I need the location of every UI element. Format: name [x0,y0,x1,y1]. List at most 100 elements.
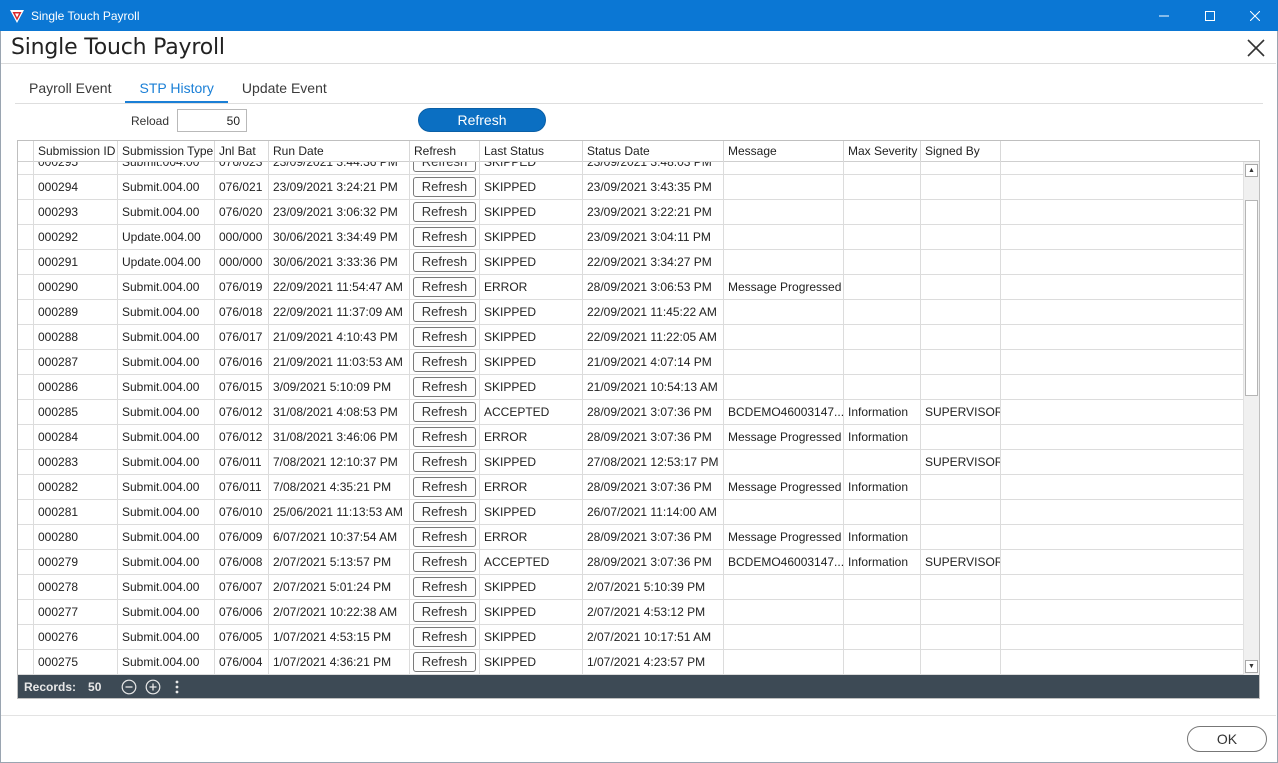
column-header-submission-type[interactable]: Submission Type [118,141,215,162]
table-row[interactable]: 000285 Submit.004.00 076/012 31/08/2021 4:0… [18,400,1243,425]
table-row[interactable]: 000283 Submit.004.00 076/011 7/08/2021 12:1… [18,450,1243,475]
cell-run-date: 21/09/2021 4:10:43 PM [269,325,410,350]
window-close-button[interactable] [1232,0,1278,31]
row-refresh-button[interactable]: Refresh [413,277,476,297]
row-refresh-button[interactable]: Refresh [413,427,476,447]
table-row[interactable]: 000280 Submit.004.00 076/009 6/07/2021 10:3… [18,525,1243,550]
cell-status-date: 2/07/2021 4:53:12 PM [583,600,724,625]
table-row[interactable]: 000289 Submit.004.00 076/018 22/09/2021 11:… [18,300,1243,325]
table-row[interactable]: 000278 Submit.004.00 076/007 2/07/2021 5:01… [18,575,1243,600]
row-refresh-button[interactable]: Refresh [413,527,476,547]
row-refresh-button[interactable]: Refresh [413,162,476,172]
cell-submission-id: 000284 [34,425,118,450]
row-refresh-button[interactable]: Refresh [413,377,476,397]
row-refresh-button[interactable]: Refresh [413,477,476,497]
cell-run-date: 2/07/2021 5:13:57 PM [269,550,410,575]
row-refresh-button[interactable]: Refresh [413,627,476,647]
row-refresh-button[interactable]: Refresh [413,177,476,197]
column-header-max-severity[interactable]: Max Severity [844,141,921,162]
cell-last-status: SKIPPED [480,575,583,600]
minimize-button[interactable] [1141,0,1187,31]
window-titlebar: Single Touch Payroll [0,0,1278,31]
reload-count-input[interactable] [177,109,247,132]
row-refresh-button[interactable]: Refresh [413,502,476,522]
cell-message [724,625,844,650]
table-row[interactable]: 000277 Submit.004.00 076/006 2/07/2021 10:2… [18,600,1243,625]
column-header-jnl-bat[interactable]: Jnl Bat [215,141,269,162]
row-gutter [18,475,34,500]
column-header-message[interactable]: Message [724,141,844,162]
column-header-status-date[interactable]: Status Date [583,141,724,162]
row-refresh-button[interactable]: Refresh [413,552,476,572]
cell-refresh: Refresh [410,175,480,200]
cell-status-date: 28/09/2021 3:07:36 PM [583,400,724,425]
close-icon[interactable] [1244,36,1268,60]
cell-refresh: Refresh [410,650,480,675]
row-refresh-button[interactable]: Refresh [413,252,476,272]
more-vertical-icon[interactable] [169,679,185,695]
table-row[interactable]: 000279 Submit.004.00 076/008 2/07/2021 5:13… [18,550,1243,575]
tab-update-event[interactable]: Update Event [228,74,341,103]
cell-jnl-bat: 076/017 [215,325,269,350]
table-row[interactable]: 000286 Submit.004.00 076/015 3/09/2021 5:10… [18,375,1243,400]
maximize-button[interactable] [1187,0,1233,31]
cell-submission-id: 000282 [34,475,118,500]
cell-run-date: 3/09/2021 5:10:09 PM [269,375,410,400]
column-header-submission-id[interactable]: Submission ID [34,141,118,162]
cell-message: Message Progressed [724,525,844,550]
table-row[interactable]: 000291 Update.004.00 000/000 30/06/2021 3:3… [18,250,1243,275]
cell-submission-type: Submit.004.00 [118,425,215,450]
row-refresh-button[interactable]: Refresh [413,202,476,222]
column-header-last-status[interactable]: Last Status [480,141,583,162]
table-row[interactable]: 000284 Submit.004.00 076/012 31/08/2021 3:4… [18,425,1243,450]
table-row[interactable]: 000276 Submit.004.00 076/005 1/07/2021 4:53… [18,625,1243,650]
cell-last-status: ERROR [480,475,583,500]
table-row[interactable]: 000294 Submit.004.00 076/021 23/09/2021 3:2… [18,175,1243,200]
row-refresh-button[interactable]: Refresh [413,227,476,247]
table-row[interactable]: 000282 Submit.004.00 076/011 7/08/2021 4:35… [18,475,1243,500]
row-gutter [18,600,34,625]
row-refresh-button[interactable]: Refresh [413,577,476,597]
row-gutter [18,350,34,375]
scroll-up-arrow-icon[interactable]: ▲ [1245,164,1258,177]
table-row[interactable]: 000290 Submit.004.00 076/019 22/09/2021 11:… [18,275,1243,300]
cell-max-severity: Information [844,425,921,450]
table-row[interactable]: 000292 Update.004.00 000/000 30/06/2021 3:3… [18,225,1243,250]
cell-signed-by [921,500,1001,525]
table-row[interactable]: 000287 Submit.004.00 076/016 21/09/2021 11:… [18,350,1243,375]
row-refresh-button[interactable]: Refresh [413,452,476,472]
table-row[interactable]: 000275 Submit.004.00 076/004 1/07/2021 4:36… [18,650,1243,675]
minus-circle-icon[interactable] [121,679,137,695]
row-refresh-button[interactable]: Refresh [413,402,476,422]
cell-signed-by [921,350,1001,375]
cell-status-date: 28/09/2021 3:07:36 PM [583,475,724,500]
column-header-refresh[interactable]: Refresh [410,141,480,162]
scroll-down-arrow-icon[interactable]: ▼ [1245,660,1258,673]
row-refresh-button[interactable]: Refresh [413,652,476,672]
cell-message: Message Progressed [724,425,844,450]
table-row[interactable]: 000288 Submit.004.00 076/017 21/09/2021 4:1… [18,325,1243,350]
plus-circle-icon[interactable] [145,679,161,695]
cell-max-severity [844,225,921,250]
cell-signed-by [921,175,1001,200]
refresh-button[interactable]: Refresh [418,108,546,132]
row-refresh-button[interactable]: Refresh [413,352,476,372]
table-row[interactable]: 000293 Submit.004.00 076/020 23/09/2021 3:0… [18,200,1243,225]
row-refresh-button[interactable]: Refresh [413,602,476,622]
table-row[interactable]: 000281 Submit.004.00 076/010 25/06/2021 11:… [18,500,1243,525]
ok-button[interactable]: OK [1187,726,1267,752]
column-header-run-date[interactable]: Run Date [269,141,410,162]
tab-stp-history[interactable]: STP History [125,74,228,103]
row-gutter [18,500,34,525]
row-refresh-button[interactable]: Refresh [413,302,476,322]
cell-status-date: 22/09/2021 11:22:05 AM [583,325,724,350]
cell-message [724,500,844,525]
tab-payroll-event[interactable]: Payroll Event [15,74,125,103]
table-row-partial[interactable]: 000295 Submit.004.00 076/023 23/09/2021 3:4… [18,162,1243,175]
column-header-signed-by[interactable]: Signed By [921,141,1001,162]
vertical-scrollbar[interactable]: ▲ ▼ [1243,162,1259,675]
cell-last-status: SKIPPED [480,500,583,525]
scrollbar-thumb[interactable] [1245,200,1258,396]
cell-submission-id: 000289 [34,300,118,325]
row-refresh-button[interactable]: Refresh [413,327,476,347]
